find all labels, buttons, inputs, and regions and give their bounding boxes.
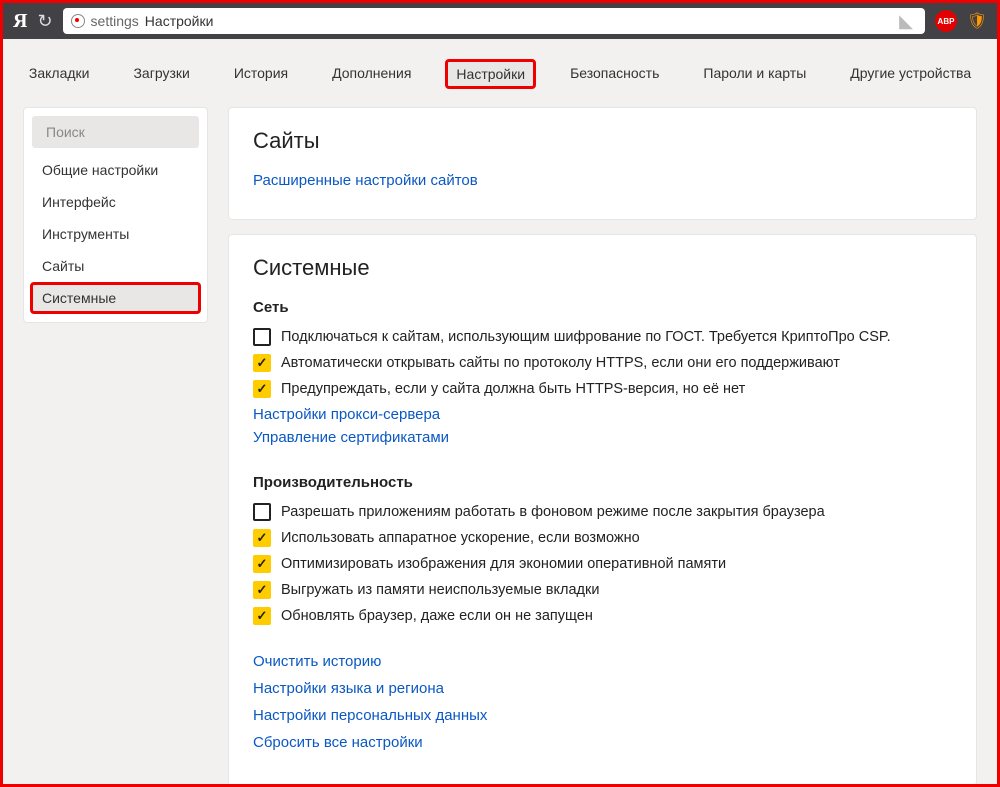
sites-panel-title: Сайты: [253, 128, 952, 154]
main-column: Сайты Расширенные настройки сайтов Систе…: [228, 107, 977, 786]
certificates-link[interactable]: Управление сертификатами: [253, 429, 952, 446]
sites-panel: Сайты Расширенные настройки сайтов: [228, 107, 977, 220]
checkbox-hw-accel[interactable]: [253, 529, 271, 547]
address-title: Настройки: [145, 13, 214, 29]
sidebar-item-interface[interactable]: Интерфейс: [24, 186, 207, 218]
shield-extension-icon[interactable]: 🛡: [967, 11, 987, 31]
label-https-auto: Автоматически открывать сайты по протоко…: [281, 354, 840, 372]
sidebar-search[interactable]: Поиск: [32, 116, 199, 148]
clear-history-link[interactable]: Очистить историю: [253, 653, 952, 670]
content-area: Закладки Загрузки История Дополнения Нас…: [3, 39, 997, 784]
network-heading: Сеть: [253, 299, 952, 316]
bottom-links: Очистить историю Настройки языка и регио…: [253, 653, 952, 751]
tab-bookmarks[interactable]: Закладки: [19, 59, 100, 89]
sidebar-item-general[interactable]: Общие настройки: [24, 154, 207, 186]
opt-https-auto: Автоматически открывать сайты по протоко…: [253, 354, 952, 372]
personal-data-link[interactable]: Настройки персональных данных: [253, 707, 952, 724]
language-region-link[interactable]: Настройки языка и региона: [253, 680, 952, 697]
system-panel: Системные Сеть Подключаться к сайтам, ис…: [228, 234, 977, 786]
checkbox-unload-tabs[interactable]: [253, 581, 271, 599]
site-icon: [71, 14, 85, 28]
tab-addons[interactable]: Дополнения: [322, 59, 421, 89]
tab-devices[interactable]: Другие устройства: [840, 59, 981, 89]
titlebar: Я ↻ settings Настройки ◣ ABP 🛡: [3, 3, 997, 39]
reload-icon[interactable]: ↻: [37, 11, 52, 32]
reset-settings-link[interactable]: Сбросить все настройки: [253, 734, 952, 751]
checkbox-update-browser[interactable]: [253, 607, 271, 625]
sidebar-item-system[interactable]: Системные: [30, 282, 201, 314]
tab-security[interactable]: Безопасность: [560, 59, 669, 89]
address-prefix: settings: [91, 13, 139, 29]
checkbox-optimize-images[interactable]: [253, 555, 271, 573]
address-bar[interactable]: settings Настройки ◣: [63, 8, 925, 34]
browser-window: Я ↻ settings Настройки ◣ ABP 🛡 Закладки …: [0, 0, 1000, 787]
bookmark-icon[interactable]: ◣: [899, 11, 913, 32]
system-panel-title: Системные: [253, 255, 952, 281]
advanced-site-settings-link[interactable]: Расширенные настройки сайтов: [253, 172, 952, 189]
tab-downloads[interactable]: Загрузки: [123, 59, 199, 89]
sidebar: Поиск Общие настройки Интерфейс Инструме…: [23, 107, 208, 323]
yandex-logo[interactable]: Я: [13, 10, 27, 33]
sidebar-item-sites[interactable]: Сайты: [24, 250, 207, 282]
proxy-settings-link[interactable]: Настройки прокси-сервера: [253, 406, 952, 423]
opt-background-apps: Разрешать приложениям работать в фоновом…: [253, 503, 952, 521]
opt-gost: Подключаться к сайтам, использующим шифр…: [253, 328, 952, 346]
checkbox-gost[interactable]: [253, 328, 271, 346]
opt-unload-tabs: Выгружать из памяти неиспользуемые вклад…: [253, 581, 952, 599]
opt-optimize-images: Оптимизировать изображения для экономии …: [253, 555, 952, 573]
performance-heading: Производительность: [253, 474, 952, 491]
label-gost: Подключаться к сайтам, использующим шифр…: [281, 328, 891, 346]
label-background-apps: Разрешать приложениям работать в фоновом…: [281, 503, 825, 521]
tab-passwords[interactable]: Пароли и карты: [693, 59, 816, 89]
abp-extension-icon[interactable]: ABP: [935, 10, 957, 32]
checkbox-background-apps[interactable]: [253, 503, 271, 521]
label-optimize-images: Оптимизировать изображения для экономии …: [281, 555, 726, 573]
tab-settings[interactable]: Настройки: [445, 59, 536, 89]
label-https-warn: Предупреждать, если у сайта должна быть …: [281, 380, 745, 398]
label-unload-tabs: Выгружать из памяти неиспользуемые вклад…: [281, 581, 599, 599]
checkbox-https-warn[interactable]: [253, 380, 271, 398]
tab-history[interactable]: История: [224, 59, 298, 89]
opt-https-warn: Предупреждать, если у сайта должна быть …: [253, 380, 952, 398]
checkbox-https-auto[interactable]: [253, 354, 271, 372]
sidebar-item-tools[interactable]: Инструменты: [24, 218, 207, 250]
label-update-browser: Обновлять браузер, даже если он не запущ…: [281, 607, 593, 625]
top-tabs: Закладки Загрузки История Дополнения Нас…: [3, 39, 997, 107]
opt-hw-accel: Использовать аппаратное ускорение, если …: [253, 529, 952, 547]
opt-update-browser: Обновлять браузер, даже если он не запущ…: [253, 607, 952, 625]
label-hw-accel: Использовать аппаратное ускорение, если …: [281, 529, 640, 547]
